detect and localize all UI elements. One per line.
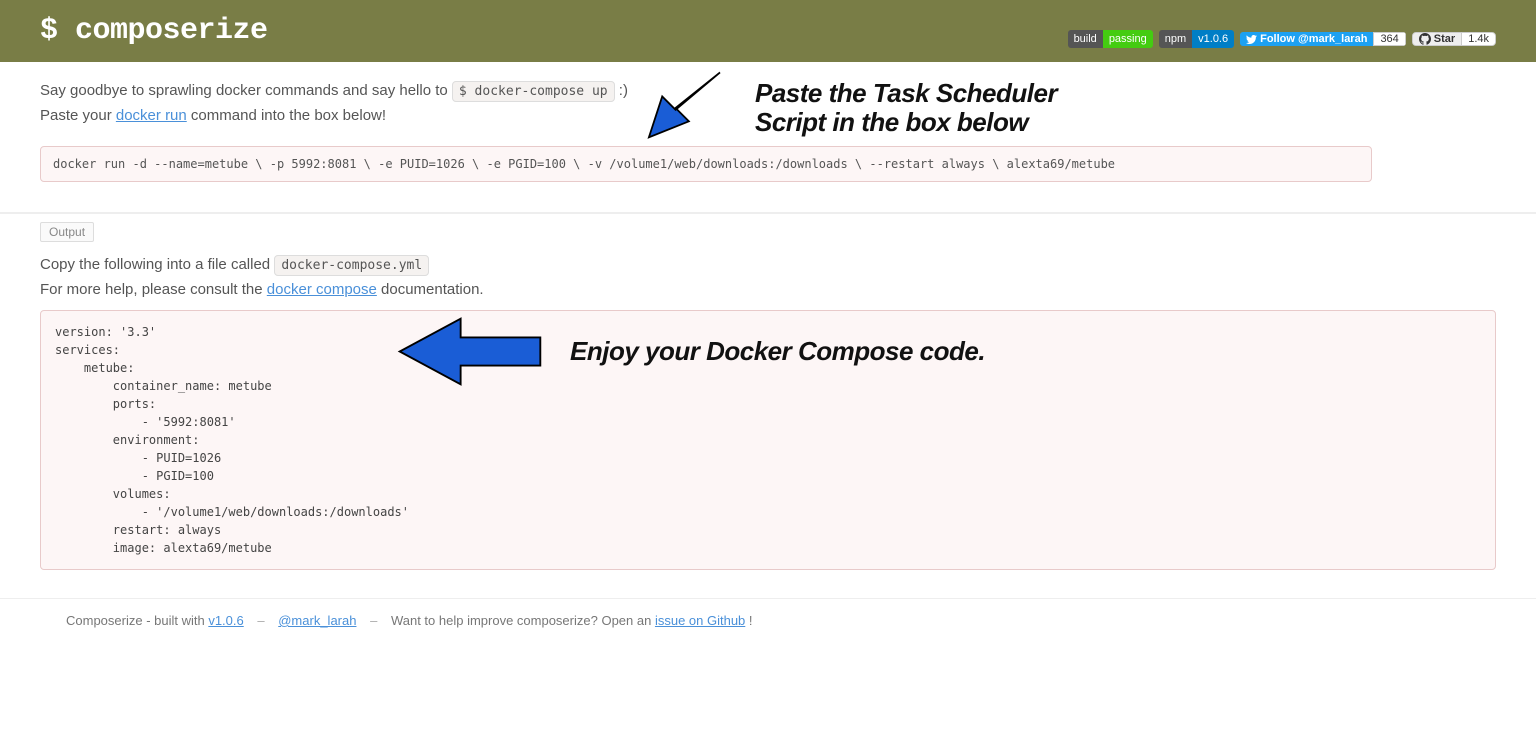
twitter-follow-button[interactable]: Follow @mark_larah 364 <box>1240 32 1406 46</box>
intro-section: Say goodbye to sprawling docker commands… <box>0 62 1536 213</box>
output-code-block[interactable]: version: '3.3' services: metube: contain… <box>40 310 1496 570</box>
github-icon <box>1419 33 1431 45</box>
output-copy-line: Copy the following into a file called do… <box>40 256 1496 273</box>
code-filename: docker-compose.yml <box>274 255 429 276</box>
badge-build[interactable]: build passing <box>1068 30 1153 48</box>
twitter-icon <box>1246 34 1257 45</box>
site-title: $ composerize <box>40 14 268 48</box>
output-tab[interactable]: Output <box>40 222 94 242</box>
footer-issue-link[interactable]: issue on Github <box>655 613 745 628</box>
output-section: Output Copy the following into a file ca… <box>0 213 1536 599</box>
arrow-down-left-icon <box>625 68 735 148</box>
docker-run-input[interactable] <box>40 146 1372 182</box>
output-help-line: For more help, please consult the docker… <box>40 281 1496 298</box>
footer: Composerize - built with v1.0.6 – @mark_… <box>0 599 1536 642</box>
page-header: $ composerize build passing npm v1.0.6 F… <box>0 0 1536 62</box>
badges-row: build passing npm v1.0.6 Follow @mark_la… <box>1068 30 1496 48</box>
annotation-paste: Paste the Task Scheduler Script in the b… <box>625 68 1057 148</box>
footer-author-link[interactable]: @mark_larah <box>278 613 356 628</box>
badge-npm[interactable]: npm v1.0.6 <box>1159 30 1234 48</box>
github-star-button[interactable]: Star 1.4k <box>1412 32 1496 46</box>
docker-run-link[interactable]: docker run <box>116 107 187 124</box>
code-dc-up: $ docker-compose up <box>452 81 615 102</box>
footer-version-link[interactable]: v1.0.6 <box>208 613 243 628</box>
docker-compose-link[interactable]: docker compose <box>267 281 377 298</box>
